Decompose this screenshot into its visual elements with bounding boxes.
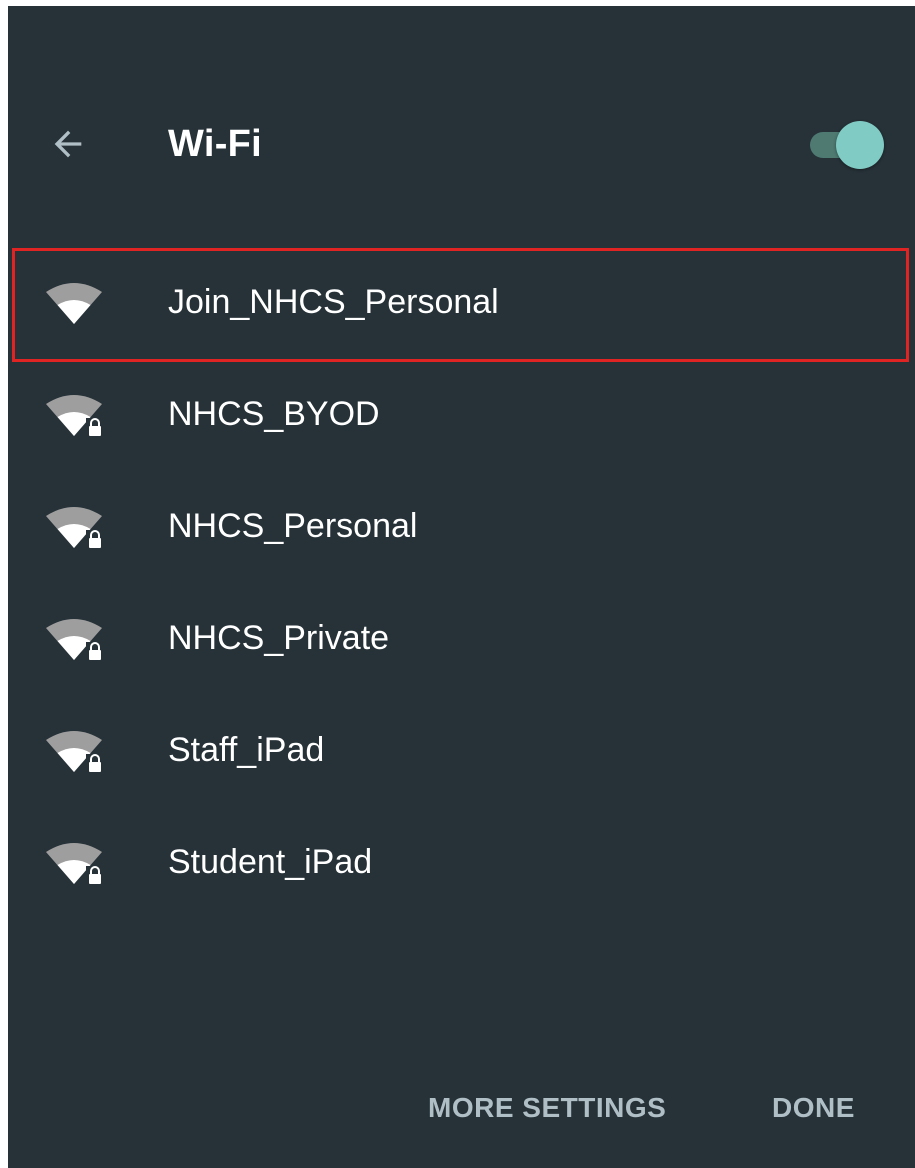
network-item-nhcs-byod[interactable]: NHCS_BYOD [8,358,915,470]
wifi-dialog: Wi-Fi Join_NHCS_Personal NHCS_BYOD NHCS_… [8,6,915,1168]
page-title: Wi-Fi [168,123,263,165]
network-ssid: Join_NHCS_Personal [168,283,499,321]
network-ssid: NHCS_BYOD [168,395,380,433]
network-item-student-ipad[interactable]: Student_iPad [8,806,915,918]
wifi-icon [46,283,102,324]
toggle-thumb [836,121,884,169]
done-button[interactable]: DONE [772,1092,855,1124]
wifi-lock-icon [46,731,104,774]
arrow-back-icon [54,130,82,158]
network-item-nhcs-private[interactable]: NHCS_Private [8,582,915,694]
wifi-toggle[interactable] [804,120,888,170]
network-ssid: NHCS_Personal [168,507,418,545]
network-item-staff-ipad[interactable]: Staff_iPad [8,694,915,806]
dialog-actions: MORE SETTINGS DONE [8,1084,915,1140]
wifi-lock-icon [46,843,104,886]
network-ssid: NHCS_Private [168,619,390,657]
network-ssid: Staff_iPad [168,731,325,769]
network-list: Join_NHCS_Personal NHCS_BYOD NHCS_Person… [8,246,915,918]
network-item-join-nhcs-personal[interactable]: Join_NHCS_Personal [8,246,915,362]
more-settings-button[interactable]: MORE SETTINGS [428,1092,666,1124]
wifi-lock-icon [46,507,104,550]
network-ssid: Student_iPad [168,843,373,881]
back-button[interactable] [38,114,98,174]
header: Wi-Fi [8,96,915,192]
network-item-nhcs-personal[interactable]: NHCS_Personal [8,470,915,582]
wifi-lock-icon [46,395,104,438]
wifi-lock-icon [46,619,104,662]
